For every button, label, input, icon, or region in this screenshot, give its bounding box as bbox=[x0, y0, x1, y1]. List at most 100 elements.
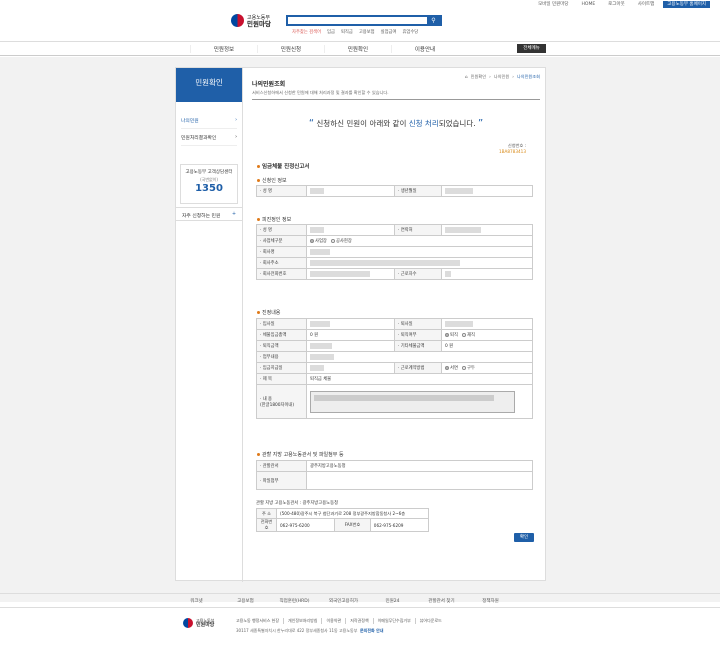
quick-complaints-toggle[interactable]: 자주 신청하는 민원 + bbox=[176, 207, 242, 221]
application-number: 신청번호 : 1BA8783413 bbox=[499, 143, 526, 154]
resp-workers-label: 근로자수 bbox=[394, 268, 442, 280]
claim-job-label: 업무내용 bbox=[256, 351, 307, 363]
claim-body-textarea[interactable] bbox=[310, 390, 515, 413]
footer-link-worknet[interactable]: 워크넷 bbox=[172, 598, 221, 604]
footer-link[interactable]: 저작권정책 bbox=[350, 618, 374, 624]
keyword-link[interactable]: 실업급여 bbox=[381, 29, 397, 35]
radio-construction[interactable] bbox=[330, 238, 335, 243]
search-icon: ⚲ bbox=[431, 17, 436, 24]
quick-label: 자주 신청하는 민원 bbox=[182, 214, 221, 219]
lnb-item-label: 민원처리결과확인 bbox=[181, 135, 217, 141]
claim-unpaid-label: 체불임금총액 bbox=[256, 329, 307, 341]
footer-link-office-finder[interactable]: 관할관서 찾기 bbox=[417, 598, 466, 604]
claim-retired-value: 퇴직 재직 bbox=[441, 329, 533, 341]
footer-address-text: 30117 세종특별자치시 한누리대로 422 정부세종청사 11동 고용노동부 bbox=[236, 628, 358, 633]
ministry-home-link[interactable]: 고용노동부 홈페이지 bbox=[663, 1, 710, 8]
claim-body-value bbox=[306, 384, 533, 419]
nav-complaint-apply[interactable]: 민원신청 bbox=[257, 45, 324, 53]
claim-payday-label: 임금지급일 bbox=[256, 362, 307, 374]
gov-office-info: 관할 지방 고용노동관서 : 광주지방고용노동청 주 소 (500-480)광주… bbox=[256, 500, 446, 532]
footer-link[interactable]: 개인정보처리방침 bbox=[288, 618, 323, 624]
search-button[interactable]: ⚲ bbox=[427, 17, 440, 24]
body-label-sub: (한글1800자이내) bbox=[260, 402, 295, 408]
search-box: ⚲ bbox=[286, 15, 442, 26]
resp-addr-label: 회사주소 bbox=[256, 257, 307, 269]
taegeuk-logo-icon bbox=[183, 618, 193, 628]
nav-complaint-info[interactable]: 민원정보 bbox=[190, 45, 257, 53]
confirm-button[interactable]: 확인 bbox=[514, 533, 534, 542]
body-label-text: 내 용 bbox=[262, 396, 273, 402]
page-title: 나의민원조회 bbox=[252, 81, 286, 88]
gov-tel-value: 062-975-6200 bbox=[275, 518, 336, 532]
claim-other-value: 0 원 bbox=[441, 340, 533, 352]
breadcrumb-item[interactable]: 나의민원 bbox=[494, 74, 509, 80]
nav-usage-guide[interactable]: 이용안내 bbox=[391, 45, 458, 53]
radio-retired[interactable] bbox=[445, 332, 449, 337]
form-title: 임금체불 진정신고서 bbox=[257, 162, 309, 170]
applicant-table: 성 명 생년월일 bbox=[256, 185, 533, 197]
sitemap-link[interactable]: 사이트맵 bbox=[634, 1, 659, 8]
breadcrumb-separator: › bbox=[489, 74, 491, 79]
breadcrumb-separator: › bbox=[512, 74, 514, 79]
page-description: 서비스신청하에서 신청한 민원에 대해 처리과정 및 결과를 확인할 수 있습니… bbox=[252, 90, 389, 95]
office-label: 관할관서 bbox=[256, 460, 307, 472]
lnb-item-label: 나의민원 bbox=[181, 118, 199, 124]
gov-addr-value: (500-480)광주시 북구 첨단과기로 208 정부광주지방합동청사 2~6… bbox=[276, 508, 429, 519]
claim-other-label: 기타체불금액 bbox=[394, 340, 442, 352]
keyword-link[interactable]: 퇴직금 bbox=[341, 29, 353, 35]
radio-label: 구두 bbox=[467, 366, 475, 371]
call-center-title: 고용노동부 고객상담센터 bbox=[185, 170, 233, 175]
logo-site: 민원마당 bbox=[247, 19, 271, 28]
nav-complaint-check[interactable]: 민원확인 bbox=[324, 45, 391, 53]
claim-body-label: 내 용(한글1800자이내) bbox=[256, 384, 307, 419]
file-label: 파일첨부 bbox=[256, 471, 307, 490]
page-body: 민원확인 나의민원 › 민원처리결과확인 › 고용노동부 고객상담센터 (국번없이)… bbox=[0, 57, 720, 602]
mobile-link[interactable]: 모바일 민원마당 bbox=[534, 1, 572, 8]
radio-workplace[interactable] bbox=[310, 238, 314, 243]
footer-link-eps[interactable]: 외국인고용허가 bbox=[319, 598, 368, 604]
gov-office-title: 관할 지방 고용노동관서 : 광주지방고용노동청 bbox=[256, 501, 339, 506]
claim-contract-value: 서면 구두 bbox=[441, 362, 533, 374]
applicant-name-label: 성 명 bbox=[256, 185, 307, 197]
footer-link[interactable]: 고용노동 행정서비스 헌장 bbox=[236, 618, 285, 624]
plus-icon: + bbox=[231, 212, 236, 217]
footer-link[interactable]: 이메일무단수집거부 bbox=[378, 618, 416, 624]
resp-biz-label: 사업체구분 bbox=[256, 235, 307, 247]
footer-link-policy[interactable]: 정책자원 bbox=[466, 598, 515, 604]
lnb-item-result-check[interactable]: 민원처리결과확인 › bbox=[181, 129, 237, 146]
keyword-link[interactable]: 고용보험 bbox=[359, 29, 375, 35]
claim-table: 입사일 퇴사일 체불임금총액 0 원 퇴직여부 퇴직 재직 퇴직금액 bbox=[256, 318, 533, 419]
all-menu-button[interactable]: 전체메뉴 bbox=[517, 44, 546, 53]
global-nav: 민원정보 민원신청 민원확인 이용안내 전체메뉴 bbox=[0, 41, 720, 56]
file-value bbox=[306, 471, 533, 490]
section-applicant: 신청인 정보 bbox=[257, 177, 287, 184]
radio-written[interactable] bbox=[445, 365, 449, 370]
footer-link[interactable]: 뷰어다운로드 bbox=[420, 618, 446, 624]
footer-logo: 고용노동부 민원마당 bbox=[183, 618, 214, 628]
footer-link-ei[interactable]: 고용보험 bbox=[221, 598, 270, 604]
lnb-item-my-complaints[interactable]: 나의민원 › bbox=[181, 112, 237, 129]
resp-company-label: 회사명 bbox=[256, 246, 307, 258]
claim-contract-label: 근로계약방법 bbox=[394, 362, 442, 374]
keyword-link[interactable]: 휴업수당 bbox=[402, 29, 418, 35]
search-input[interactable] bbox=[288, 17, 428, 24]
radio-verbal[interactable] bbox=[462, 365, 467, 370]
claim-unpaid-value: 0 원 bbox=[306, 329, 395, 341]
logout-link[interactable]: 로그아웃 bbox=[604, 1, 629, 8]
footer-call-link[interactable]: 문의전화 안내 bbox=[360, 628, 383, 633]
claim-join-value bbox=[306, 318, 395, 330]
chevron-right-icon: › bbox=[235, 117, 237, 123]
radio-employed[interactable] bbox=[462, 332, 467, 337]
claim-severance-value bbox=[306, 340, 395, 352]
content-container: 민원확인 나의민원 › 민원처리결과확인 › 고용노동부 고객상담센터 (국번없이)… bbox=[175, 67, 546, 582]
home-icon[interactable]: ⌂ bbox=[465, 74, 468, 80]
footer-link-minwon24[interactable]: 민원24 bbox=[368, 598, 417, 604]
site-logo[interactable]: 고용노동부 민원마당 bbox=[231, 14, 271, 27]
footer-link[interactable]: 이용약관 bbox=[326, 618, 347, 624]
footer-link-hrd[interactable]: 직업훈련(HRD) bbox=[270, 598, 319, 604]
keyword-link[interactable]: 임금 bbox=[327, 29, 335, 35]
breadcrumb-item[interactable]: 민원확인 bbox=[471, 74, 486, 80]
home-link[interactable]: HOME bbox=[578, 1, 600, 8]
footer-links: 고용노동 행정서비스 헌장 개인정보처리방침 이용약관 저작권정책 이메일무단수… bbox=[236, 618, 446, 624]
respondent-table: 성 명 연락처 사업체구분 사업장 공사현장 회사명 bbox=[256, 224, 533, 280]
